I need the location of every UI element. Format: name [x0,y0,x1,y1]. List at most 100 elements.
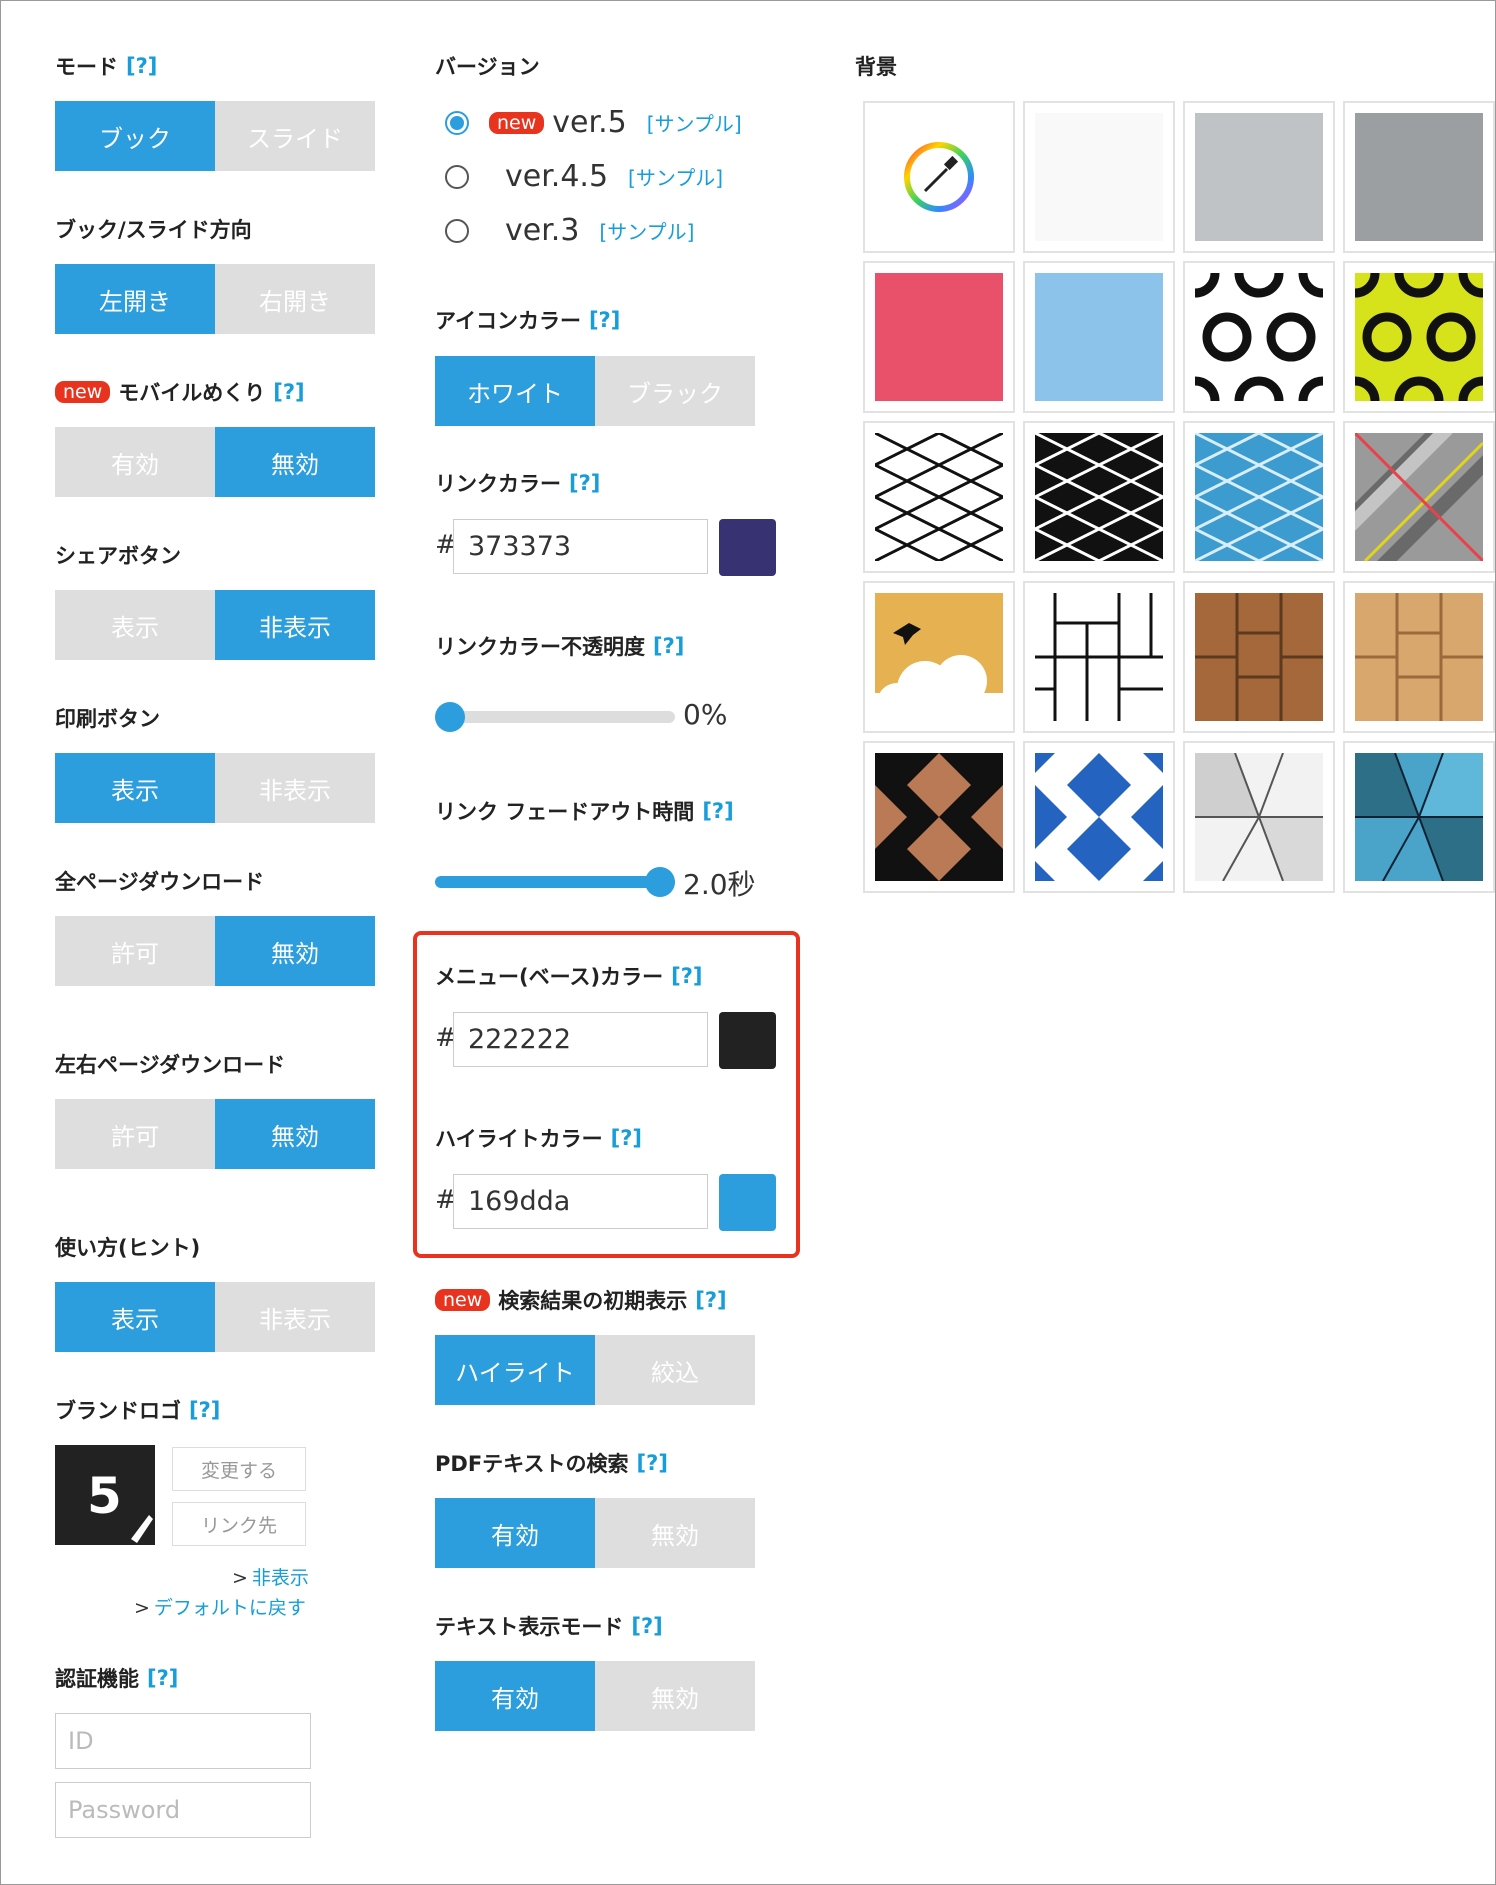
pdf-search-disable-button[interactable]: 無効 [595,1498,755,1568]
bg-cube-gray-tile[interactable] [1183,741,1335,893]
lr-download-label: 左右ページダウンロード [55,1053,286,1077]
id-input[interactable]: ID [55,1713,311,1769]
bg-pink-tile[interactable] [863,261,1015,413]
bg-diagonal-stripes-tile[interactable] [1343,421,1495,573]
radio-icon [445,218,469,243]
help-link[interactable]: [?] [702,799,733,823]
share-hide-button[interactable]: 非表示 [215,590,375,660]
help-link[interactable]: [?] [653,634,684,658]
link-fade-handle[interactable] [645,867,675,897]
link-opacity-handle[interactable] [435,702,465,732]
highlight-color-swatch[interactable] [719,1174,776,1231]
text-mode-label: テキスト表示モード [?] [435,1614,663,1639]
new-badge: new [435,1289,491,1311]
bg-brick-outline-tile[interactable] [1023,581,1175,733]
link-fade-slider[interactable] [435,876,675,888]
lr-download-disable-button[interactable]: 無効 [215,1099,375,1169]
mode-book-button[interactable]: ブック [55,101,215,171]
help-link[interactable]: [?] [189,1398,220,1422]
text-mode-enable-button[interactable]: 有効 [435,1661,595,1731]
print-show-button[interactable]: 表示 [55,753,215,823]
icon-color-white-button[interactable]: ホワイト [435,356,595,426]
bg-cube-teal-tile[interactable] [1343,741,1495,893]
mobile-flip-toggle: 有効 無効 [55,427,375,497]
text-mode-disable-button[interactable]: 無効 [595,1661,755,1731]
help-link[interactable]: [?] [147,1666,178,1690]
print-hide-button[interactable]: 非表示 [215,753,375,823]
version-label: バージョン [435,55,540,79]
menu-color-swatch[interactable] [719,1012,776,1069]
highlight-color-input[interactable]: 169dda [453,1174,708,1229]
password-input[interactable]: Password [55,1782,311,1838]
icon-color-toggle: ホワイト ブラック [435,356,755,426]
help-link[interactable]: [?] [671,964,702,988]
direction-left-button[interactable]: 左開き [55,264,215,334]
all-download-allow-button[interactable]: 許可 [55,916,215,986]
link-color-swatch[interactable] [719,519,776,576]
bg-lightgray-tile[interactable] [1183,101,1335,253]
help-link[interactable]: [?] [589,308,620,332]
direction-right-button[interactable]: 右開き [215,264,375,334]
link-fade-value: 2.0秒 [683,868,756,901]
pdf-search-label: PDFテキストの検索 [?] [435,1451,668,1476]
link-opacity-value: 0% [683,698,728,731]
bg-wood-dark-tile[interactable] [1183,581,1335,733]
share-show-button[interactable]: 表示 [55,590,215,660]
help-link[interactable]: [?] [631,1614,662,1638]
change-logo-button[interactable]: 変更する [172,1447,306,1491]
bg-bird-cloud-tile[interactable] [863,581,1015,733]
bg-circles-white-tile[interactable] [1183,261,1335,413]
direction-toggle: 左開き 右開き [55,264,375,334]
icon-color-black-button[interactable]: ブラック [595,356,755,426]
text-mode-toggle: 有効 無効 [435,1661,755,1731]
hint-hide-button[interactable]: 非表示 [215,1282,375,1352]
mode-toggle: ブック スライド [55,101,375,171]
mobile-flip-enable-button[interactable]: 有効 [55,427,215,497]
all-download-disable-button[interactable]: 無効 [215,916,375,986]
radio-selected-icon [445,110,469,135]
brand-logo-image: 5 [55,1445,155,1545]
link-color-input[interactable]: 373373 [453,519,708,574]
share-label: シェアボタン [55,544,181,568]
sample-link[interactable]: [サンプル] [647,108,742,137]
version-45-radio[interactable]: ver.4.5 [サンプル] [445,159,723,194]
search-filter-button[interactable]: 絞込 [595,1335,755,1405]
mode-slide-button[interactable]: スライド [215,101,375,171]
bg-circles-lime-tile[interactable] [1343,261,1495,413]
hint-show-button[interactable]: 表示 [55,1282,215,1352]
bg-kaleido-blue-tile[interactable] [1023,741,1175,893]
mobile-flip-disable-button[interactable]: 無効 [215,427,375,497]
color-picker-icon [904,142,974,212]
bg-color-picker-tile[interactable] [863,101,1015,253]
help-link[interactable]: [?] [611,1126,642,1150]
bg-lattice-white-tile[interactable] [863,421,1015,573]
direction-label: ブック/スライド方向 [55,218,252,242]
logo-link-button[interactable]: リンク先 [172,1502,306,1546]
help-link[interactable]: [?] [126,54,157,78]
bg-white-tile[interactable] [1023,101,1175,253]
sample-link[interactable]: [サンプル] [628,162,723,191]
help-link[interactable]: [?] [695,1288,726,1312]
help-link[interactable]: [?] [273,380,304,404]
bg-wood-light-tile[interactable] [1343,581,1495,733]
bg-skyblue-tile[interactable] [1023,261,1175,413]
sample-link[interactable]: [サンプル] [599,216,694,245]
version-5-radio[interactable]: new ver.5 [サンプル] [445,105,742,140]
hide-logo-link[interactable]: > 非表示 [232,1563,309,1590]
background-label: 背景 [855,55,897,79]
bg-lattice-black-tile[interactable] [1023,421,1175,573]
search-highlight-button[interactable]: ハイライト [435,1335,595,1405]
bg-kaleido-brown-tile[interactable] [863,741,1015,893]
pdf-search-enable-button[interactable]: 有効 [435,1498,595,1568]
link-opacity-slider[interactable] [435,711,675,723]
icon-color-label: アイコンカラー [?] [435,308,621,333]
help-link[interactable]: [?] [637,1451,668,1475]
bg-lattice-blue-tile[interactable] [1183,421,1335,573]
lr-download-allow-button[interactable]: 許可 [55,1099,215,1169]
version-3-radio[interactable]: ver.3 [サンプル] [445,213,694,248]
help-link[interactable]: [?] [569,471,600,495]
reset-logo-link[interactable]: > デフォルトに戻す [134,1593,306,1620]
lr-download-toggle: 許可 無効 [55,1099,375,1169]
menu-color-input[interactable]: 222222 [453,1012,708,1067]
bg-darkgray-tile[interactable] [1343,101,1495,253]
